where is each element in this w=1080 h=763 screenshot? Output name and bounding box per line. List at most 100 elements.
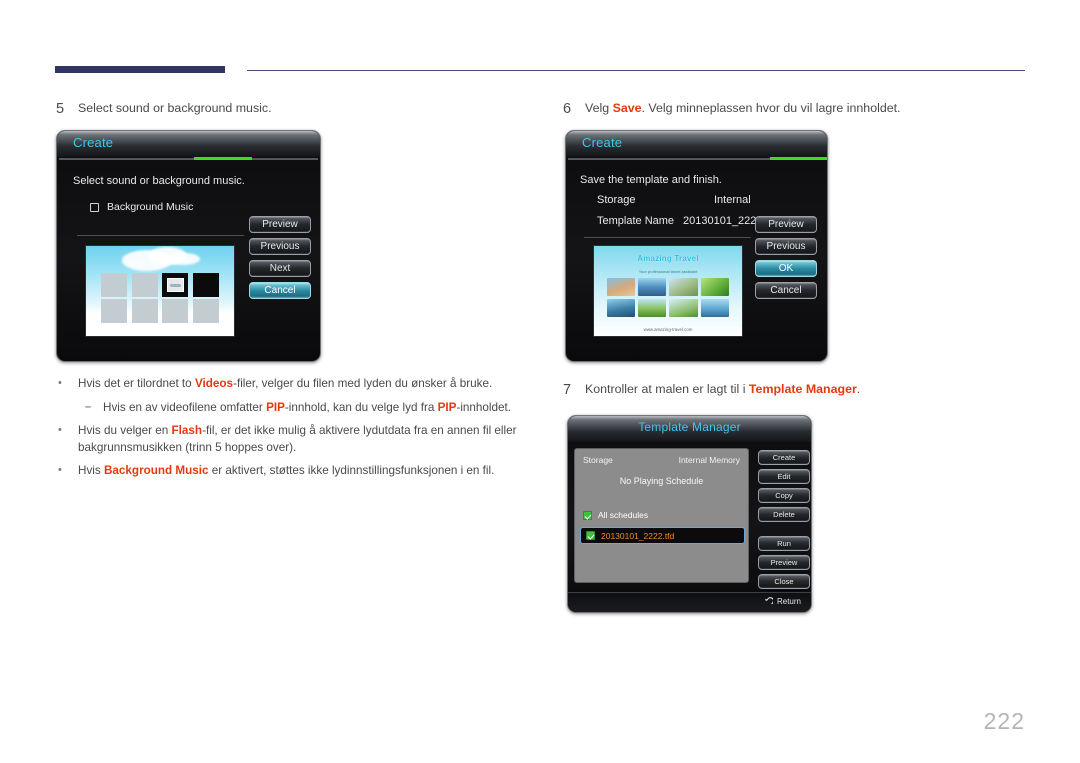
bullet-text: Hvis en av videofilene omfatter PIP-innh… — [103, 400, 512, 414]
template-preview-thumbnail — [85, 245, 235, 337]
highlighted-term: PIP — [266, 400, 285, 414]
schedule-item-label: 20130101_2222.tfd — [601, 530, 675, 541]
background-music-checkbox[interactable] — [90, 202, 99, 212]
header-rule-thin — [247, 70, 1025, 71]
template-manager-title: Template Manager — [638, 420, 741, 434]
storage-value: Internal — [714, 194, 751, 206]
template-name-label: Template Name — [597, 215, 675, 227]
ok-button[interactable]: OK — [755, 260, 817, 277]
preview-button[interactable]: Preview — [758, 555, 810, 570]
thumbnail-cell — [100, 273, 127, 297]
template-manager-body: Storage Internal Memory No Playing Sched… — [568, 442, 811, 612]
previous-button[interactable]: Previous — [249, 238, 311, 255]
thumbnail-cell — [131, 273, 158, 297]
step-6-heading: 6 Velg Save. Velg minneplassen hvor du v… — [563, 100, 1033, 118]
highlighted-term: Flash — [171, 424, 203, 438]
tm-storage-label: Storage — [583, 455, 613, 465]
notes-bullet-list: • Hvis det er tilordnet to Videos-filer, … — [55, 376, 525, 487]
thumbnail-cell — [100, 298, 127, 323]
thumbnail-cell — [162, 298, 189, 323]
next-button[interactable]: Next — [249, 260, 311, 277]
travel-thumbnail-background: Amazing Travel Your professional travel … — [594, 246, 742, 336]
cloud-shape — [167, 252, 200, 266]
create-sound-body: Select sound or background music. Backgr… — [57, 161, 320, 361]
travel-photo — [669, 298, 698, 318]
cancel-button[interactable]: Cancel — [755, 282, 817, 299]
template-name-value: 20130101_2222 — [683, 215, 763, 227]
travel-thumbnail-title: Amazing Travel — [637, 254, 699, 264]
travel-photo — [607, 298, 636, 318]
schedule-item-checkbox[interactable] — [586, 531, 595, 540]
schedule-panel: Storage Internal Memory No Playing Sched… — [574, 448, 749, 583]
create-save-body: Save the template and finish. Storage In… — [566, 161, 827, 361]
background-music-label: Background Music — [107, 201, 194, 213]
create-save-dialog: Create Save the template and finish. Sto… — [565, 130, 828, 362]
all-schedules-checkbox[interactable] — [583, 510, 592, 520]
step-6-text: Velg Save. Velg minneplassen hvor du vil… — [585, 101, 901, 115]
thumbnail-cell — [193, 298, 220, 323]
travel-thumbnail-grid — [607, 277, 729, 318]
step-7-text: Kontroller at malen er lagt til i Templa… — [585, 382, 861, 396]
highlighted-term: Videos — [194, 377, 234, 390]
bullet-marker: • — [58, 464, 62, 477]
page-header-rules — [55, 66, 1025, 76]
template-manager-titlebar: Template Manager — [568, 416, 811, 442]
preview-button[interactable]: Preview — [755, 216, 817, 233]
storage-label: Storage — [597, 194, 636, 206]
create-save-instruction: Save the template and finish. — [580, 174, 722, 186]
copy-button[interactable]: Copy — [758, 488, 810, 503]
bullet-item: • Hvis du velger en Flash-fil, er det ikk… — [55, 423, 525, 456]
template-manager-dialog: Template Manager Storage Internal Memory… — [567, 415, 812, 613]
page-number: 222 — [983, 708, 1025, 734]
travel-thumbnail-footer: www.amazing-travel.com — [643, 326, 693, 332]
run-button[interactable]: Run — [758, 536, 810, 551]
no-playing-schedule-text: No Playing Schedule — [619, 476, 704, 486]
bullet-text: Hvis du velger en Flash-fil, er det ikke… — [78, 424, 517, 454]
all-schedules-label: All schedules — [598, 510, 649, 520]
progress-fill — [193, 157, 252, 160]
highlighted-term: PIP — [437, 400, 457, 414]
step-5-heading: 5 Select sound or background music. — [56, 100, 516, 118]
travel-template-thumbnail: Amazing Travel Your professional travel … — [593, 245, 743, 337]
bullet-text: Hvis det er tilordnet to Videos-filer, v… — [78, 377, 493, 390]
step-7-number: 7 — [563, 382, 572, 398]
bullet-marker: • — [58, 424, 62, 437]
preview-button[interactable]: Preview — [249, 216, 311, 233]
delete-button[interactable]: Delete — [758, 507, 810, 522]
background-music-checkbox-row[interactable]: Background Music — [90, 201, 193, 213]
edit-button[interactable]: Edit — [758, 469, 810, 484]
step-6-number: 6 — [563, 101, 572, 117]
all-schedules-row[interactable]: All schedules — [583, 510, 648, 520]
highlighted-term: Save — [612, 101, 642, 115]
thumbnail-cell-dark — [193, 273, 220, 297]
return-arrow-icon — [765, 597, 773, 605]
close-button[interactable]: Close — [758, 574, 810, 589]
previous-button[interactable]: Previous — [755, 238, 817, 255]
tm-storage-value: Internal Memory — [678, 455, 740, 465]
return-control[interactable]: Return — [764, 597, 801, 606]
create-button[interactable]: Create — [758, 450, 810, 465]
create-sound-titlebar: Create — [57, 131, 320, 157]
bullet-text: Hvis Background Music er aktivert, støtt… — [78, 464, 495, 478]
cancel-button[interactable]: Cancel — [249, 282, 311, 299]
highlighted-term: Background Music — [103, 464, 209, 478]
content-divider — [77, 235, 244, 236]
bullet-sub-item: – Hvis en av videofilene omfatter PIP-inn… — [55, 400, 525, 417]
travel-photo — [638, 277, 667, 296]
return-label: Return — [776, 597, 801, 606]
bullet-item: • Hvis Background Music er aktivert, støt… — [55, 463, 525, 480]
schedule-list-item[interactable]: 20130101_2222.tfd — [580, 527, 745, 544]
content-divider — [584, 237, 751, 238]
travel-photo — [669, 277, 698, 296]
create-sound-title: Create — [73, 135, 114, 150]
thumbnail-cell-grid — [100, 273, 220, 323]
step-5-number: 5 — [56, 101, 65, 117]
thumbnail-cell-image — [162, 273, 189, 297]
progress-fill — [769, 157, 827, 160]
create-sound-instruction: Select sound or background music. — [73, 175, 245, 187]
bullet-marker: • — [58, 377, 62, 389]
travel-thumbnail-subtitle: Your professional travel assistant — [638, 268, 698, 274]
progress-track — [59, 158, 318, 160]
create-sound-dialog: Create Select sound or background music.… — [56, 130, 321, 362]
create-save-titlebar: Create — [566, 131, 827, 157]
